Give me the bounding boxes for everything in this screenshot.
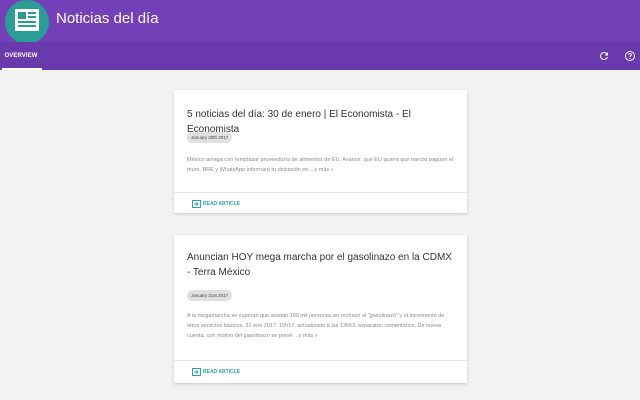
help-icon[interactable] xyxy=(624,50,636,62)
refresh-icon[interactable] xyxy=(598,50,610,62)
open-in-icon xyxy=(192,200,201,208)
tab-active-indicator xyxy=(2,68,42,70)
app-header: Noticias del día xyxy=(0,0,640,44)
read-article-label: READ ARTICLE xyxy=(203,369,241,375)
read-article-label: READ ARTICLE xyxy=(203,201,241,207)
article-summary: México amaga con remplazar proveeduría d… xyxy=(187,157,454,173)
open-in-icon xyxy=(192,368,201,376)
tab-overview-label: OVERVIEW xyxy=(4,53,38,59)
article-summary: A la megamarcha se esperan que asistan 1… xyxy=(187,313,445,339)
tab-overview[interactable]: OVERVIEW xyxy=(0,42,42,70)
tab-bar: OVERVIEW xyxy=(0,42,640,70)
card-divider xyxy=(174,192,467,193)
newspaper-icon xyxy=(15,9,39,31)
read-article-button[interactable]: READ ARTICLE xyxy=(192,199,240,209)
card-divider xyxy=(174,360,467,361)
read-article-button[interactable]: READ ARTICLE xyxy=(192,367,240,377)
app-title: Noticias del día xyxy=(56,10,159,27)
article-title: Anuncian HOY mega marcha por el gasolina… xyxy=(187,252,452,278)
article-card: Anuncian HOY mega marcha por el gasolina… xyxy=(174,235,467,383)
article-card: 5 noticias del día: 30 de enero | El Eco… xyxy=(174,90,467,213)
date-badge: January 30th 2017 xyxy=(187,132,233,143)
date-badge: January 31st 2017 xyxy=(187,290,233,301)
app-logo xyxy=(5,0,49,44)
